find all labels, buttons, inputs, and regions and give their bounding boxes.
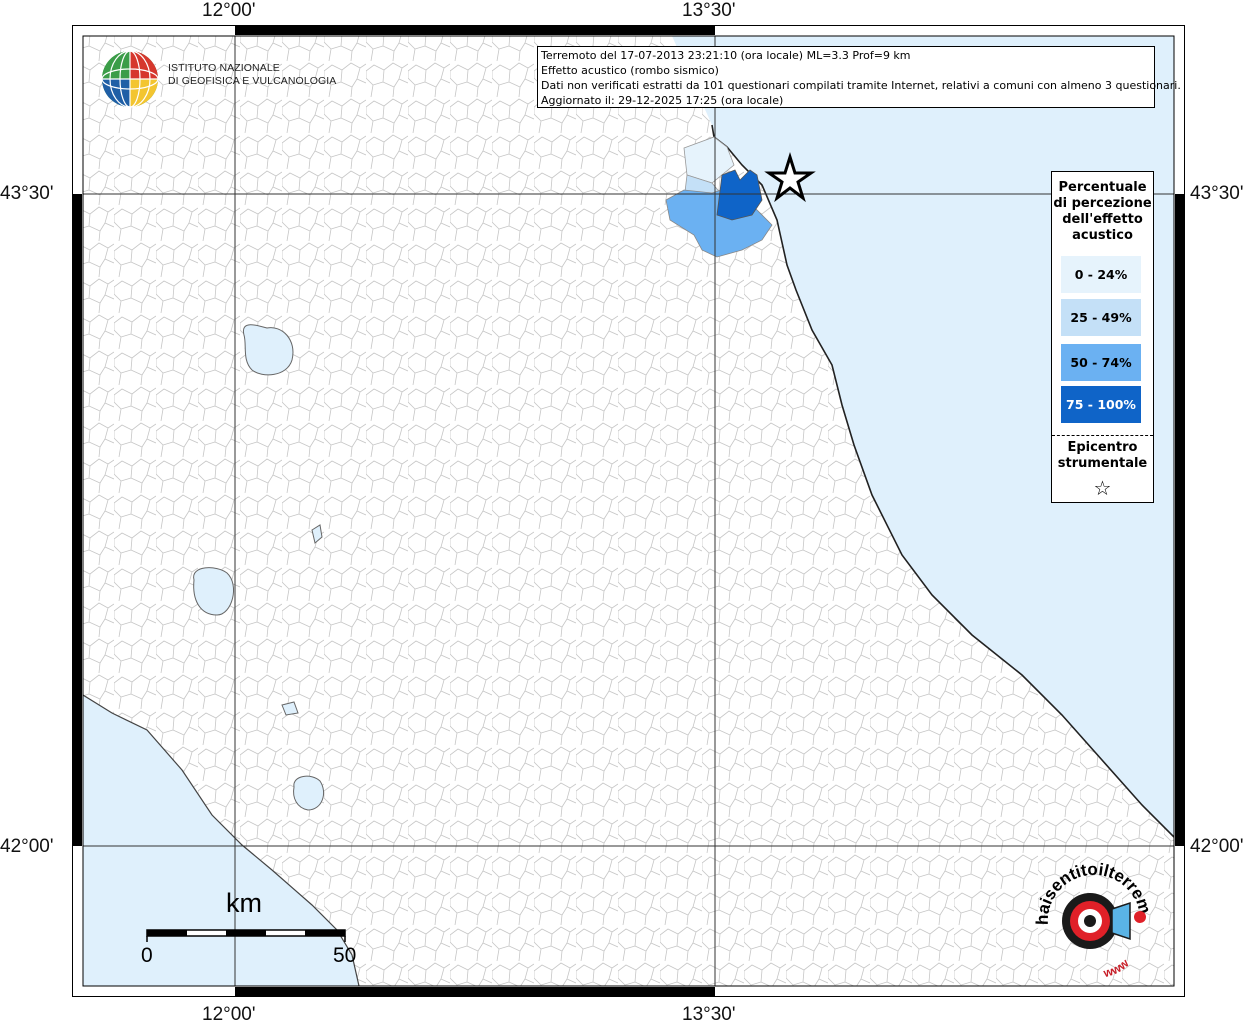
haisentito-www-text: www (1101, 956, 1132, 981)
event-info-box: Terremoto del 17-07-2013 23:21:10 (ora l… (537, 46, 1181, 108)
lat-label-left-42: 42°00' (0, 836, 54, 857)
lat-label-right-42: 42°00' (1190, 836, 1244, 857)
legend-separator (1052, 435, 1153, 436)
legend-class-50-74: 50 - 74% (1061, 344, 1141, 381)
event-data-note: Dati non verificati estratti da 101 ques… (541, 79, 1181, 92)
event-effect: Effetto acustico (rombo sismico) (541, 64, 719, 77)
map-frame (72, 25, 1185, 997)
legend-title: Percentuale di percezione dell'effetto a… (1052, 172, 1153, 244)
map-canvas[interactable] (72, 25, 1185, 997)
ingv-name-line1: ISTITUTO NAZIONALE (168, 62, 280, 74)
lon-label-top-13-30: 13°30' (682, 0, 736, 21)
legend-title-line4: acustico (1072, 228, 1133, 243)
frame-seg-left (73, 194, 82, 846)
event-updated: Aggiornato il: 29-12-2025 17:25 (ora loc… (541, 94, 784, 107)
scale-min-label: 0 (141, 944, 153, 967)
lon-label-bottom-12: 12°00' (202, 1004, 256, 1025)
haisentito-logo-icon[interactable]: haisentitoilterremoto.it www (1025, 842, 1160, 985)
svg-text:www: www (1101, 956, 1132, 981)
scale-max-label: 50 (333, 944, 357, 967)
frame-seg-top (235, 26, 715, 35)
legend-title-line2: di percezione (1053, 196, 1152, 211)
lake-bracciano (293, 775, 324, 811)
lon-label-top-12: 12°00' (202, 0, 256, 21)
ingv-name-line2: DI GEOFISICA E VULCANOLOGIA (168, 75, 337, 87)
scale-unit: km (226, 888, 262, 918)
legend-title-line3: dell'effetto (1062, 212, 1143, 227)
frame-seg-right (1175, 194, 1184, 846)
legend-class-75-100: 75 - 100% (1061, 386, 1141, 423)
event-title: Terremoto del 17-07-2013 23:21:10 (ora l… (541, 49, 911, 62)
legend-epicenter-line1: Epicentro (1067, 440, 1138, 455)
ingv-name: ISTITUTO NAZIONALE DI GEOFISICA E VULCAN… (168, 62, 336, 88)
legend-star-icon: ☆ (1093, 476, 1112, 500)
legend: Percentuale di percezione dell'effetto a… (1051, 171, 1154, 503)
lat-label-right-43-30: 43°30' (1190, 183, 1244, 204)
legend-class-25-49: 25 - 49% (1061, 299, 1141, 336)
legend-class-0-24: 0 - 24% (1061, 256, 1141, 293)
ingv-globe-icon (101, 50, 159, 108)
legend-title-line1: Percentuale (1058, 180, 1147, 195)
lon-label-bottom-13-30: 13°30' (682, 1004, 736, 1025)
legend-epicenter-line2: strumentale (1057, 456, 1148, 471)
lat-label-left-43-30: 43°30' (0, 183, 54, 204)
frame-seg-bottom (235, 987, 715, 996)
legend-epicenter-label: Epicentro strumentale (1052, 440, 1153, 472)
